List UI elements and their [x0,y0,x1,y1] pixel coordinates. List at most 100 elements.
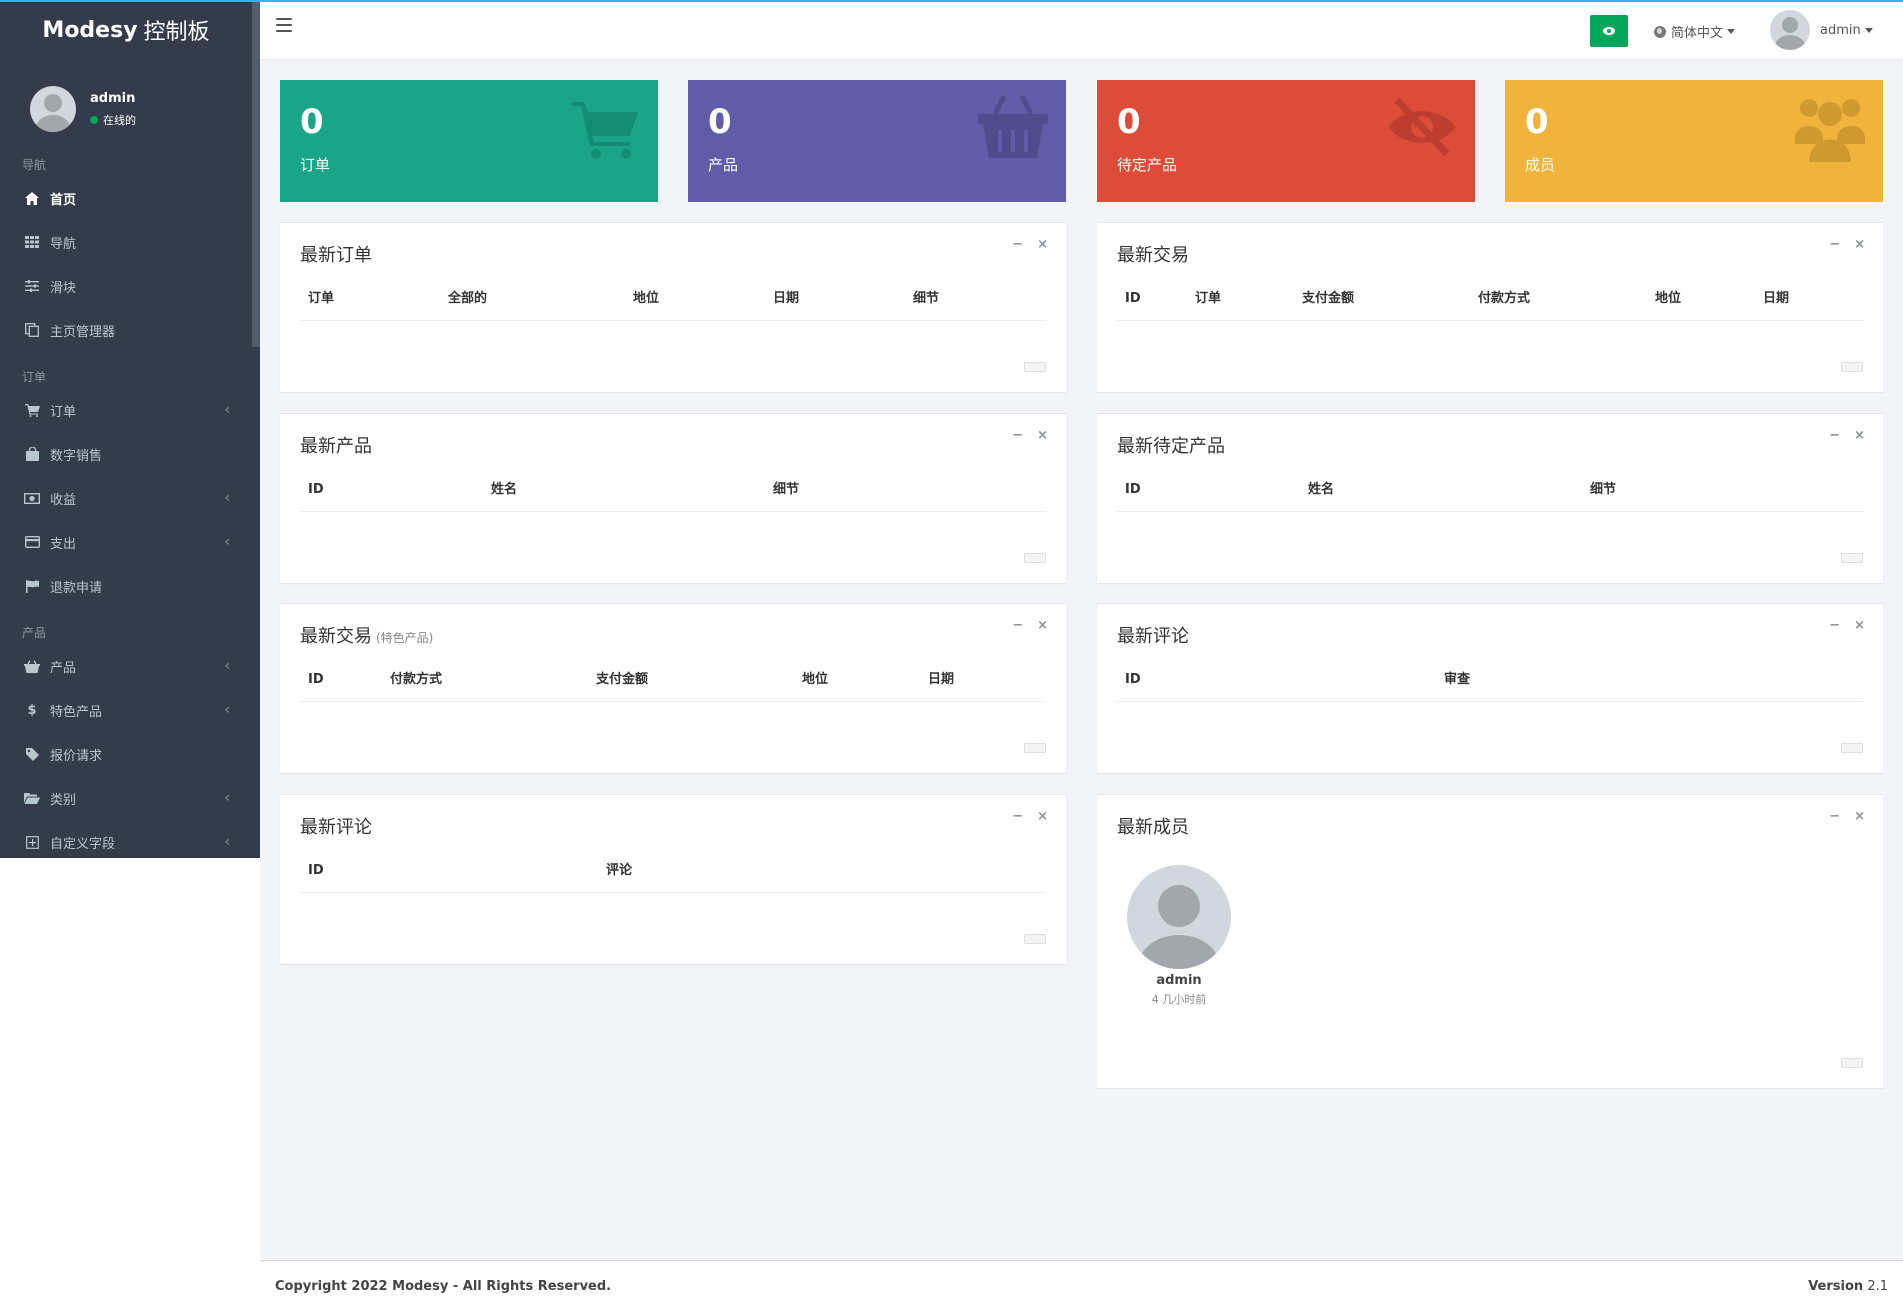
language-label: 简体中文 [1671,26,1724,41]
sidebar-item-earnings[interactable]: 收益 ‹ [0,476,260,520]
avatar [30,86,76,132]
member-card[interactable]: admin 4 几小时前 [1127,865,1231,1007]
remove-button[interactable]: × [1854,428,1865,443]
collapse-button[interactable]: − [1829,428,1840,443]
column-header: 日期 [1763,291,1790,306]
box-latest-pending-products: 最新待定产品 − × ID 姓名 细节 [1097,413,1883,583]
collapse-button[interactable]: − [1829,237,1840,252]
stat-label: 待定产品 [1117,156,1178,174]
stat-members[interactable]: 0 成员 [1505,80,1883,202]
column-header: 细节 [773,482,800,497]
sidebar-item-label: 类别 [50,792,77,808]
column-header: 付款方式 [1478,291,1531,306]
remove-button[interactable]: × [1037,428,1048,443]
sidebar-section-orders: 订单 订单 ‹ 数字销售 收益 ‹ 支出 ‹ 退款申请 [0,352,260,608]
sidebar-item-digital-sales[interactable]: 数字销售 [0,432,260,476]
collapse-button[interactable]: − [1012,809,1023,824]
cart-icon [572,102,638,159]
collapse-button[interactable]: − [1829,809,1840,824]
shopping-bag-icon [24,447,40,461]
sidebar-item-navigation[interactable]: 导航 [0,220,260,264]
chevron-left-icon: ‹ [224,790,230,806]
column-header: ID [308,672,324,687]
sidebar-item-label: 产品 [50,660,77,676]
caret-down-icon [1864,27,1873,33]
table-header: ID 姓名 细节 [1117,480,1863,512]
eye-slash-icon [1389,97,1455,157]
column-header: 评论 [606,863,633,878]
column-header: 细节 [1590,482,1617,497]
sidebar-item-orders[interactable]: 订单 ‹ [0,388,260,432]
sidebar-item-label: 滑块 [50,280,77,296]
remove-button[interactable]: × [1854,237,1865,252]
sidebar-item-payouts[interactable]: 支出 ‹ [0,520,260,564]
view-all-button[interactable] [1841,553,1863,563]
folder-open-icon [24,792,40,804]
box-latest-members: 最新成员 − × admin 4 几小时前 [1097,794,1883,1088]
collapse-button[interactable]: − [1012,428,1023,443]
box-title: 最新待定产品 [1117,436,1225,457]
sidebar-item-label: 报价请求 [50,748,103,764]
collapse-button[interactable]: − [1829,618,1840,633]
user-menu-name: admin [1820,22,1861,38]
remove-button[interactable]: × [1037,809,1048,824]
member-joined-time: 4 几小时前 [1151,993,1207,1006]
flag-icon [24,579,40,593]
remove-button[interactable]: × [1037,237,1048,252]
stat-orders[interactable]: 0 订单 [280,80,658,202]
chevron-left-icon: ‹ [224,490,230,506]
remove-button[interactable]: × [1037,618,1048,633]
box-latest-comments: 最新评论 − × ID 评论 [280,794,1066,964]
column-header: 日期 [928,672,955,687]
column-header: 支付金额 [1302,291,1355,306]
sidebar-item-categories[interactable]: 类别 ‹ [0,776,260,820]
plus-square-icon [24,835,40,849]
version-number: 2.1 [1867,1279,1888,1294]
collapse-button[interactable]: − [1012,237,1023,252]
credit-card-icon [24,536,40,548]
basket-icon [978,94,1048,158]
sidebar-header: 导航 [22,158,47,172]
sidebar-item-quote-requests[interactable]: 报价请求 [0,732,260,776]
language-dropdown[interactable]: 简体中文 [1654,22,1736,41]
column-header: 订单 [308,291,335,306]
box-latest-products: 最新产品 − × ID 姓名 细节 [280,413,1066,583]
remove-button[interactable]: × [1854,618,1865,633]
table-header: ID 评论 [300,861,1046,893]
sidebar-item-label: 主页管理器 [50,324,116,340]
table-header: ID 审查 [1117,670,1863,702]
view-all-button[interactable] [1841,362,1863,372]
sidebar-item-custom-fields[interactable]: 自定义字段 ‹ [0,820,260,858]
view-all-button[interactable] [1024,934,1046,944]
box-latest-featured-transactions: 最新交易 (特色产品) − × ID 付款方式 支付金额 地位 日期 [280,603,1066,773]
sidebar-item-products[interactable]: 产品 ‹ [0,644,260,688]
user-menu[interactable]: admin [1770,10,1873,50]
column-header: ID [1125,482,1141,497]
user-status: 在线的 [90,112,136,128]
sidebar-item-home[interactable]: 首页 [0,176,260,220]
remove-button[interactable]: × [1854,809,1865,824]
sidebar-item-featured-products[interactable]: $ 特色产品 ‹ [0,688,260,732]
view-all-button[interactable] [1024,362,1046,372]
view-all-button[interactable] [1024,553,1046,563]
box-latest-transactions: 最新交易 − × ID 订单 支付金额 付款方式 地位 日期 [1097,222,1883,392]
table-header: ID 订单 支付金额 付款方式 地位 日期 [1117,289,1863,321]
stat-products[interactable]: 0 产品 [688,80,1066,202]
sidebar-item-refund-requests[interactable]: 退款申请 [0,564,260,608]
stat-pending-products[interactable]: 0 待定产品 [1097,80,1475,202]
view-all-button[interactable] [1024,743,1046,753]
view-all-button[interactable] [1841,1058,1863,1068]
view-site-button[interactable] [1590,15,1628,47]
sidebar-item-slider[interactable]: 滑块 [0,264,260,308]
brand-name: Modesy [42,17,138,43]
view-all-button[interactable] [1841,743,1863,753]
collapse-button[interactable]: − [1012,618,1023,633]
menu-toggle-icon[interactable] [276,18,292,32]
column-header: 支付金额 [596,672,649,687]
copyright-text: Copyright 2022 Modesy - All Rights Reser… [275,1279,612,1294]
box-title: 最新成员 [1117,817,1189,838]
stat-value: 0 [1117,102,1141,142]
sidebar-item-homepage-manager[interactable]: 主页管理器 [0,308,260,352]
brand-logo[interactable]: Modesy 控制板 [0,0,260,60]
chevron-left-icon: ‹ [224,402,230,418]
